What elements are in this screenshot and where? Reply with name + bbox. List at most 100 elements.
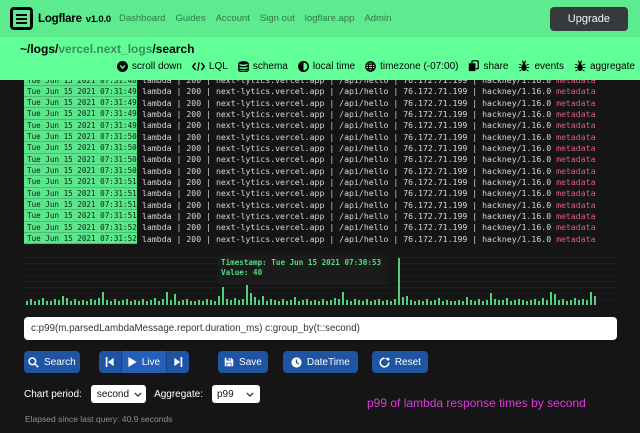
chart-bar[interactable]: [386, 300, 388, 305]
chart-bar[interactable]: [446, 300, 448, 305]
nav-account[interactable]: Account: [211, 13, 255, 24]
chart-bar[interactable]: [502, 300, 504, 305]
chart-bar[interactable]: [118, 301, 120, 305]
log-metadata-link[interactable]: metadata: [556, 234, 595, 244]
chart-bar[interactable]: [382, 301, 384, 305]
chart-bar[interactable]: [158, 301, 160, 305]
chart-bar[interactable]: [162, 299, 164, 305]
toolbar-scroll-down[interactable]: scroll down: [117, 61, 182, 72]
chart-bar[interactable]: [206, 299, 208, 305]
chart-bar[interactable]: [50, 301, 52, 305]
upgrade-button[interactable]: Upgrade: [550, 7, 628, 31]
chart-bar[interactable]: [174, 294, 176, 305]
log-metadata-link[interactable]: metadata: [556, 80, 595, 85]
chart-bar[interactable]: [46, 301, 48, 305]
chart-bar[interactable]: [218, 296, 220, 305]
toolbar-timezone[interactable]: timezone (-07:00): [365, 61, 458, 72]
chart-bar[interactable]: [578, 300, 580, 305]
chart-bar[interactable]: [370, 301, 372, 305]
chart-bar[interactable]: [570, 300, 572, 305]
chart-bar[interactable]: [402, 297, 404, 305]
chart-bar[interactable]: [590, 292, 592, 305]
chart-bar[interactable]: [286, 301, 288, 305]
log-metadata-link[interactable]: metadata: [556, 109, 595, 119]
chart-bar[interactable]: [290, 300, 292, 305]
chart-bar[interactable]: [430, 301, 432, 305]
chart-bar[interactable]: [486, 300, 488, 305]
chart-bar[interactable]: [582, 299, 584, 305]
chart-bar[interactable]: [262, 296, 264, 305]
nav-signout[interactable]: Sign out: [255, 13, 300, 24]
chart-bar[interactable]: [494, 299, 496, 305]
chart-bar[interactable]: [294, 297, 296, 305]
datetime-button[interactable]: DateTime: [283, 351, 358, 373]
chart-bar[interactable]: [474, 301, 476, 305]
chart-bar[interactable]: [198, 300, 200, 305]
chart-bar[interactable]: [190, 301, 192, 305]
chart-bar[interactable]: [194, 301, 196, 305]
chart-bar[interactable]: [378, 299, 380, 305]
chart-bar[interactable]: [342, 292, 344, 305]
chart-bar[interactable]: [498, 300, 500, 305]
nav-logflare-app[interactable]: logflare.app: [300, 13, 360, 24]
nav-admin[interactable]: Admin: [359, 13, 396, 24]
chart-bar[interactable]: [42, 298, 44, 305]
chart-bar[interactable]: [518, 299, 520, 305]
chart-bar[interactable]: [522, 300, 524, 305]
chart-bar[interactable]: [546, 300, 548, 305]
chart-bar[interactable]: [478, 299, 480, 305]
log-metadata-link[interactable]: metadata: [556, 143, 595, 153]
chart-bar[interactable]: [490, 293, 492, 305]
chart-bar[interactable]: [230, 300, 232, 305]
chart-bar[interactable]: [266, 301, 268, 305]
chart-bar[interactable]: [406, 296, 408, 305]
chart-bar[interactable]: [338, 299, 340, 305]
chart-bar[interactable]: [226, 299, 228, 305]
chart-bar[interactable]: [306, 299, 308, 305]
chart-bar[interactable]: [574, 298, 576, 305]
chart-bar[interactable]: [34, 301, 36, 305]
chart-bar[interactable]: [354, 299, 356, 305]
chart-period-select[interactable]: second: [91, 385, 146, 403]
chart-bar[interactable]: [514, 300, 516, 305]
chart-bar[interactable]: [434, 300, 436, 305]
chart-bar[interactable]: [146, 301, 148, 305]
chart-bar[interactable]: [54, 299, 56, 305]
chart-bar[interactable]: [178, 301, 180, 305]
chart-bar[interactable]: [238, 300, 240, 305]
aggregate-select[interactable]: p99: [212, 385, 260, 403]
chart-bar[interactable]: [90, 299, 92, 305]
chart-bar[interactable]: [98, 298, 100, 305]
skip-to-end-button[interactable]: [167, 351, 189, 373]
chart-bar[interactable]: [126, 299, 128, 305]
chart-bar[interactable]: [506, 298, 508, 305]
chart-bar[interactable]: [510, 301, 512, 305]
nav-guides[interactable]: Guides: [170, 13, 210, 24]
chart-bar[interactable]: [210, 300, 212, 305]
chart-bar[interactable]: [74, 299, 76, 305]
breadcrumb[interactable]: ~/logs/vercel.next_logs/search: [20, 42, 194, 56]
chart-bar[interactable]: [302, 300, 304, 305]
chart-bar[interactable]: [70, 301, 72, 305]
chart-bar[interactable]: [470, 300, 472, 305]
chart-bar[interactable]: [330, 300, 332, 305]
chart-bar[interactable]: [414, 301, 416, 305]
live-button[interactable]: Live: [121, 351, 167, 373]
chart-bar[interactable]: [538, 301, 540, 305]
chart-bar[interactable]: [242, 299, 244, 305]
save-button[interactable]: Save: [218, 351, 268, 373]
chart-bar[interactable]: [466, 297, 468, 305]
chart-bar[interactable]: [374, 300, 376, 305]
chart-bar[interactable]: [318, 301, 320, 305]
chart-bar[interactable]: [450, 301, 452, 305]
log-metadata-link[interactable]: metadata: [556, 188, 595, 198]
chart-bar[interactable]: [362, 301, 364, 305]
chart-bar[interactable]: [38, 300, 40, 305]
chart-bar[interactable]: [314, 300, 316, 305]
chart-bar[interactable]: [418, 300, 420, 305]
chart-bar[interactable]: [222, 287, 224, 305]
log-metadata-link[interactable]: metadata: [556, 177, 595, 187]
chart-bar[interactable]: [106, 300, 108, 305]
chart-bar[interactable]: [438, 298, 440, 305]
log-metadata-link[interactable]: metadata: [556, 166, 595, 176]
